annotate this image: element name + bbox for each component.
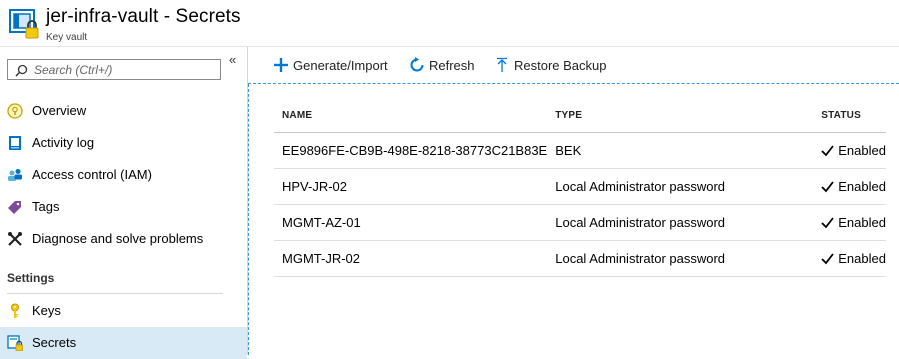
table-row[interactable]: HPV-JR-02 Local Administrator password E… (274, 168, 886, 205)
secret-type: Local Administrator password (547, 204, 814, 241)
command-bar: Generate/Import Refresh Restore Backup (248, 47, 899, 84)
sidebar-item-label: Overview (32, 103, 87, 118)
search-input[interactable] (34, 61, 214, 78)
status-text: Enabled (838, 215, 886, 230)
upload-arrow-icon (497, 57, 507, 72)
access-control-icon (8, 169, 22, 181)
sidebar: « Overview Activity log Access contro (0, 47, 248, 359)
secrets-panel: NAME TYPE STATUS EE9896FE-CB9B-498E-8218… (248, 84, 899, 355)
secret-name: HPV-JR-02 (274, 168, 548, 205)
secret-type: Local Administrator password (547, 168, 814, 205)
status-cell: Enabled (813, 168, 886, 205)
checkmark-icon (821, 253, 834, 265)
sidebar-item-label: Activity log (32, 135, 95, 150)
sidebar-item-activity-log[interactable]: Activity log (0, 127, 247, 159)
sidebar-item-secrets[interactable]: Secrets (0, 327, 247, 359)
sidebar-item-label: Tags (32, 199, 60, 214)
status-cell: Enabled (813, 132, 886, 169)
secret-type: BEK (547, 132, 814, 169)
sidebar-item-tags[interactable]: Tags (0, 191, 247, 223)
activity-log-icon (9, 136, 21, 150)
plus-icon (274, 58, 288, 72)
sidebar-item-keys[interactable]: Keys (0, 295, 247, 327)
table-row[interactable]: MGMT-AZ-01 Local Administrator password … (274, 204, 886, 241)
sidebar-item-label: Diagnose and solve problems (32, 231, 204, 246)
tag-icon (8, 201, 21, 214)
sidebar-item-label: Secrets (32, 335, 77, 350)
section-divider (7, 293, 223, 294)
status-cell: Enabled (813, 240, 886, 277)
sidebar-item-overview[interactable]: Overview (0, 95, 247, 127)
key-icon (11, 303, 19, 318)
secret-icon (7, 335, 23, 351)
sidebar-item-label: Keys (32, 303, 61, 318)
status-cell: Enabled (813, 204, 886, 241)
secret-name: EE9896FE-CB9B-498E-8218-38773C21B83E (274, 132, 548, 169)
column-header-name[interactable]: NAME (274, 98, 548, 133)
sidebar-item-label: Access control (IAM) (32, 167, 152, 182)
checkmark-icon (821, 217, 834, 229)
sidebar-item-access-control[interactable]: Access control (IAM) (0, 159, 247, 191)
search-box[interactable] (7, 59, 221, 80)
section-header-settings: Settings (7, 271, 55, 285)
secret-name: MGMT-AZ-01 (274, 204, 548, 241)
secret-type: Local Administrator password (547, 240, 814, 277)
column-header-status[interactable]: STATUS (813, 98, 886, 133)
checkmark-icon (821, 181, 834, 193)
secrets-table: NAME TYPE STATUS EE9896FE-CB9B-498E-8218… (274, 98, 886, 277)
page-title: jer-infra-vault - Secrets (46, 6, 241, 27)
page-subtitle: Key vault (46, 32, 88, 43)
refresh-icon (410, 57, 424, 72)
checkmark-icon (821, 145, 834, 157)
overview-icon (7, 103, 23, 119)
sidebar-item-diagnose[interactable]: Diagnose and solve problems (0, 223, 247, 255)
blade-header: jer-infra-vault - Secrets Key vault (0, 0, 899, 47)
status-text: Enabled (838, 251, 886, 266)
wrench-icon (8, 232, 22, 246)
column-header-type[interactable]: TYPE (547, 98, 814, 133)
status-text: Enabled (838, 179, 886, 194)
table-header-row: NAME TYPE STATUS (274, 98, 886, 133)
search-icon (15, 64, 28, 77)
table-row[interactable]: EE9896FE-CB9B-498E-8218-38773C21B83E BEK… (274, 132, 886, 169)
status-text: Enabled (838, 143, 886, 158)
secret-name: MGMT-JR-02 (274, 240, 548, 277)
table-row[interactable]: MGMT-JR-02 Local Administrator password … (274, 240, 886, 277)
collapse-sidebar-button[interactable]: « (229, 52, 236, 67)
key-vault-icon (9, 9, 39, 39)
